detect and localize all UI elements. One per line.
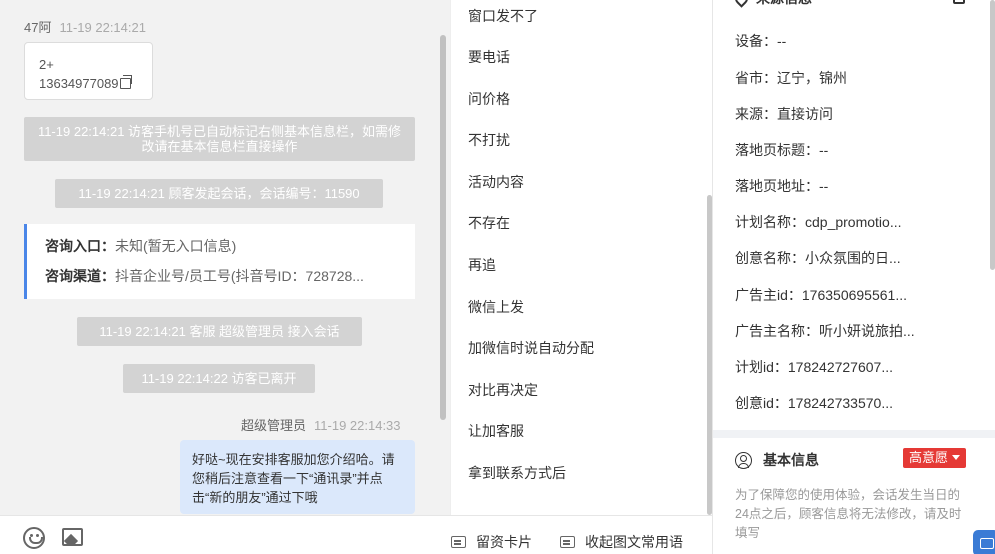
- quick-reply-item[interactable]: 对比再决定: [468, 380, 538, 400]
- source-field: 广告主id：176350695561...: [735, 287, 907, 303]
- quick-reply-item[interactable]: 不存在: [468, 213, 510, 233]
- consult-channel-row: 咨询渠道：抖音企业号/员工号(抖音号ID：728728...: [45, 266, 400, 296]
- chevron-down-icon: [952, 455, 961, 460]
- quick-reply-item[interactable]: 活动内容: [468, 172, 524, 192]
- system-message: 11-19 22:14:21 访客手机号已自动标记右侧基本信息栏，如需修改请在基…: [24, 117, 415, 161]
- message-sender: 超级管理员 11-19 22:14:33: [241, 415, 401, 434]
- source-field: 来源：直接访问: [735, 106, 833, 122]
- quick-reply-item[interactable]: 加微信时说自动分配: [468, 338, 594, 358]
- sender-name: 47阿: [24, 20, 52, 35]
- source-field: 落地页标题：--: [735, 142, 829, 158]
- entry-label: 咨询入口：: [45, 238, 115, 254]
- source-info-title: 来源信息: [756, 0, 812, 8]
- card-phone: 13634977089: [39, 76, 119, 91]
- chat-toolbar: 留资卡片 收起图文常用语: [0, 515, 712, 554]
- copy-icon[interactable]: [119, 75, 132, 89]
- message-icon: [560, 536, 575, 548]
- message-time: 11-19 22:14:21: [59, 20, 146, 35]
- system-message: 11-19 22:14:22 访客已离开: [123, 364, 315, 393]
- basic-info-title: 基本信息: [763, 452, 819, 468]
- edit-icon[interactable]: [953, 0, 965, 4]
- phone-card: 2+ 13634977089: [24, 42, 153, 100]
- info-scrollbar[interactable]: [990, 0, 995, 270]
- chat-panel[interactable]: 47阿 11-19 22:14:21 2+ 13634977089 11-19 2…: [0, 0, 450, 515]
- collapse-phrases-button[interactable]: 收起图文常用语: [560, 532, 683, 552]
- section-divider: [713, 430, 995, 438]
- consult-entry-row: 咨询入口：未知(暂无入口信息): [45, 236, 400, 266]
- agent-message-bubble: 好哒~现在安排客服加您介绍哈。请您稍后注意查看一下“通讯录”并点击“新的朋友”通…: [180, 440, 415, 514]
- system-message: 11-19 22:14:21 客服 超级管理员 接入会话: [77, 317, 362, 346]
- intent-badge[interactable]: 高意愿: [903, 448, 967, 468]
- emoji-icon[interactable]: [23, 527, 45, 549]
- chat-float-icon[interactable]: [973, 530, 995, 554]
- source-field: 设备：--: [735, 33, 787, 49]
- location-pin-icon: [732, 0, 751, 8]
- source-field: 创意名称：小众氛围的日...: [735, 250, 901, 266]
- quick-reply-item[interactable]: 要电话: [468, 47, 510, 67]
- basic-info-note: 为了保障您的使用体验，会话发生当日的24点之后，顾客信息将无法修改，请及时填写: [735, 488, 962, 540]
- source-field: 广告主名称：听小妍说旅拍...: [735, 323, 915, 339]
- lead-card-label: 留资卡片: [476, 534, 532, 550]
- system-message-text: 11-19 22:14:21 客服 超级管理员 接入会话: [99, 324, 340, 339]
- lead-card-button[interactable]: 留资卡片: [451, 532, 532, 552]
- source-info-header: 来源信息: [732, 0, 812, 8]
- source-field: 落地页地址：--: [735, 178, 829, 194]
- quick-reply-item[interactable]: 微信上发: [468, 297, 524, 317]
- collapse-phrases-label: 收起图文常用语: [585, 534, 683, 550]
- quick-reply-item[interactable]: 窗口发不了: [468, 6, 538, 26]
- quick-reply-item[interactable]: 问价格: [468, 89, 510, 109]
- user-icon: [735, 451, 752, 469]
- quick-reply-item[interactable]: 让加客服: [468, 421, 524, 441]
- quick-reply-item[interactable]: 不打扰: [468, 130, 510, 150]
- sender-name: 超级管理员: [241, 418, 307, 433]
- system-message-text: 11-19 22:14:21 顾客发起会话，会话编号：11590: [78, 186, 360, 201]
- message-time: 11-19 22:14:33: [314, 418, 401, 433]
- consult-info-box: 咨询入口：未知(暂无入口信息) 咨询渠道：抖音企业号/员工号(抖音号ID：728…: [24, 224, 415, 299]
- chat-scrollbar[interactable]: [440, 35, 446, 420]
- system-message: 11-19 22:14:21 顾客发起会话，会话编号：11590: [55, 179, 383, 208]
- image-icon[interactable]: [62, 528, 83, 546]
- intent-badge-label: 高意愿: [909, 450, 949, 465]
- basic-info-header: 基本信息: [735, 450, 819, 470]
- quick-reply-item[interactable]: 拿到联系方式后: [468, 463, 566, 483]
- source-field: 计划名称：cdp_promotio...: [735, 214, 902, 230]
- source-field: 省市：辽宁，锦州: [735, 70, 847, 86]
- source-field: 计划id：178242727607...: [735, 359, 893, 375]
- quick-reply-item[interactable]: 再追: [468, 255, 496, 275]
- channel-label: 咨询渠道：: [45, 268, 115, 284]
- channel-value: 抖音企业号/员工号(抖音号ID：728728...: [115, 268, 364, 284]
- message-sender: 47阿 11-19 22:14:21: [24, 17, 146, 36]
- app-root: 47阿 11-19 22:14:21 2+ 13634977089 11-19 2…: [0, 0, 995, 554]
- system-message-text: 11-19 22:14:21 访客手机号已自动标记右侧基本信息栏，如需修改请在基…: [37, 124, 402, 154]
- system-message-text: 11-19 22:14:22 访客已离开: [141, 371, 297, 386]
- message-icon: [451, 536, 466, 548]
- source-field: 创意id：178242733570...: [735, 395, 893, 411]
- quick-reply-panel: 窗口发不了 要电话 问价格 不打扰 活动内容 不存在 再追 微信上发 加微信时说…: [450, 0, 712, 515]
- entry-value: 未知(暂无入口信息): [115, 238, 237, 254]
- customer-info-panel: 来源信息 设备：-- 省市：辽宁，锦州 来源：直接访问 落地页标题：-- 落地页…: [712, 0, 995, 554]
- card-line1: 2+: [39, 57, 54, 72]
